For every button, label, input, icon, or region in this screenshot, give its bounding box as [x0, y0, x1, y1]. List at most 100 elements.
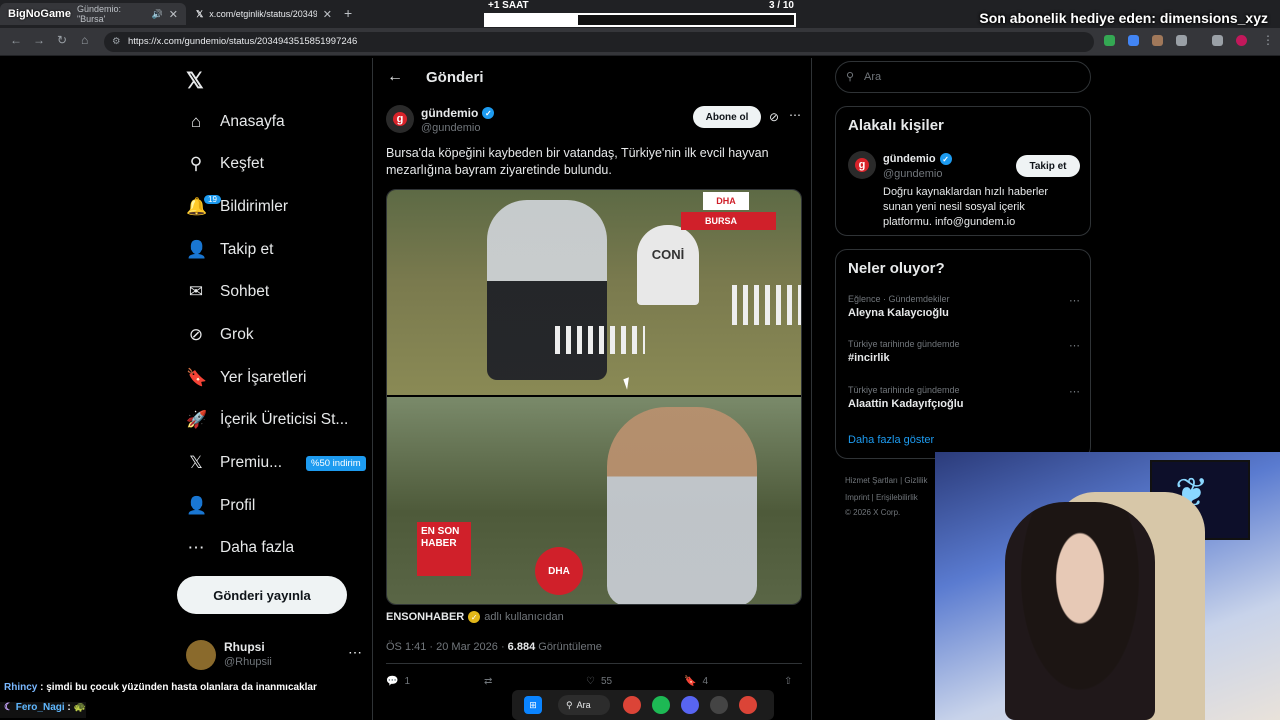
post-media[interactable]: CONİ DHA BURSA DHA EN SON HABER — [386, 189, 802, 605]
nav-item-profile[interactable]: 👤 Profil — [186, 488, 255, 524]
nav-item-home[interactable]: ⌂ Anasayfa — [186, 104, 285, 140]
search-input[interactable]: ⚲ Ara — [835, 61, 1091, 93]
home-icon[interactable]: ⌂ — [81, 33, 88, 47]
profile-avatar-icon[interactable] — [1236, 35, 1247, 46]
browser-tab[interactable]: 𝕏 x.com/etginlik/status/20349556 ✕ — [188, 3, 340, 25]
like-count: 55 — [600, 676, 613, 687]
nav-item-premium[interactable]: 𝕏 Premiu... %50 indirim — [186, 445, 366, 481]
nav-label: Takip et — [220, 241, 274, 258]
bookmark-count: 4 — [702, 676, 709, 687]
like-button[interactable]: ♡ 55 — [586, 676, 612, 687]
browser-tab-active[interactable]: BigNoGame Gündemio: "Bursa' 🔊 ✕ — [0, 3, 186, 25]
nav-item-bookmarks[interactable]: 🔖 Yer İşaretleri — [186, 360, 306, 396]
taskbar-search[interactable]: ⚲ Ara — [558, 695, 610, 715]
person-handle[interactable]: @gundemio — [883, 168, 942, 180]
bookmark-button[interactable]: 🔖 4 — [684, 676, 708, 687]
site-info-icon[interactable]: ⚙ — [112, 32, 121, 52]
reload-icon[interactable]: ↻ — [57, 33, 67, 47]
post-time[interactable]: ÖS 1:41 · 20 Mar 2026 · — [386, 641, 508, 653]
trend-name: Alaattin Kadayıfçıoğlu — [848, 398, 964, 410]
nav-item-grok[interactable]: ⊘ Grok — [186, 317, 254, 353]
chrome-icon[interactable] — [623, 696, 641, 714]
nav-item-messages[interactable]: ✉ Sohbet — [186, 274, 269, 310]
location-tag: BURSA — [681, 212, 776, 230]
avatar[interactable]: g — [848, 151, 876, 179]
obs-icon[interactable] — [710, 696, 728, 714]
trend-category: Türkiye tarihinde gündemde — [848, 339, 960, 349]
taskbar: ⊞ ⚲ Ara — [512, 690, 774, 720]
trend-category: Türkiye tarihinde gündemde — [848, 385, 960, 395]
windows-start-icon[interactable]: ⊞ — [524, 696, 542, 714]
trending-card: Neler oluyor? Eğlence · Gündemdekiler Al… — [835, 249, 1091, 459]
reply-button[interactable]: 💬 1 — [386, 676, 410, 687]
search-icon: ⚲ — [566, 699, 573, 710]
forward-icon[interactable]: → — [33, 33, 45, 47]
extension-icon[interactable] — [1128, 35, 1139, 46]
trend-category: Eğlence · Gündemdekiler — [848, 294, 950, 304]
source-name: ENSONHABER — [386, 611, 465, 623]
nav-item-creator-studio[interactable]: 🚀 İçerik Üreticisi St... — [186, 402, 348, 438]
tab-title: Gündemio: "Bursa' — [76, 4, 121, 24]
copyright: © 2026 X Corp. — [845, 508, 901, 517]
account-switcher[interactable]: Rhupsi @Rhupsii ⋯ — [186, 638, 366, 674]
more-icon[interactable]: ⋯ — [1069, 294, 1080, 307]
reading-list-icon[interactable] — [1212, 35, 1223, 46]
verified-badge-icon: ✓ — [939, 153, 952, 165]
nav-label: Bildirimler — [220, 198, 289, 215]
menu-kebab-icon[interactable]: ⋮ — [1262, 33, 1274, 47]
chrome-icon[interactable] — [739, 696, 757, 714]
close-tab-icon[interactable]: ✕ — [169, 8, 178, 21]
shield-extension-icon[interactable] — [1104, 35, 1115, 46]
media-source[interactable]: ENSONHABER ✓ adlı kullanıcıdan — [386, 611, 564, 623]
more-circle-icon: ⋯ — [187, 538, 205, 557]
footer-links[interactable]: Hizmet Şartları | Gizlilik — [845, 476, 928, 485]
follow-icon: 👤 — [186, 240, 208, 259]
trend-item[interactable]: Türkiye tarihinde gündemde #incirlik ⋯ — [848, 339, 1080, 364]
post-button[interactable]: Gönderi yayınla — [177, 576, 347, 614]
nav-item-follow[interactable]: 👤 Takip et — [186, 232, 273, 268]
more-icon[interactable]: ⋯ — [1069, 339, 1080, 352]
person-figure — [607, 407, 757, 604]
trend-item[interactable]: Türkiye tarihinde gündemde Alaattin Kada… — [848, 385, 1080, 410]
grok-icon: ⊘ — [188, 325, 204, 344]
footer-links[interactable]: Imprint | Erişilebilirlik — [845, 493, 918, 502]
close-tab-icon[interactable]: ✕ — [323, 8, 332, 21]
media-image-bottom[interactable]: DHA EN SON HABER — [387, 397, 801, 604]
account-name: Rhupsi — [224, 640, 265, 654]
address-bar[interactable]: ⚙ https://x.com/gundemio/status/20349435… — [104, 32, 1094, 52]
extension-icon[interactable] — [1152, 35, 1163, 46]
back-arrow-icon[interactable]: ← — [387, 68, 403, 86]
person-name-text: gündemio — [883, 153, 936, 165]
spotify-icon[interactable] — [652, 696, 670, 714]
author-handle[interactable]: @gundemio — [421, 122, 480, 134]
reply-count: 1 — [404, 676, 411, 687]
follow-button[interactable]: Takip et — [1016, 155, 1080, 177]
grok-explain-icon[interactable]: ⊘ — [769, 110, 779, 124]
puzzle-icon[interactable] — [1176, 35, 1187, 46]
x-logo-icon[interactable]: 𝕏 — [186, 68, 204, 94]
bell-icon: 🔔 19 — [186, 195, 221, 217]
left-navigation: 𝕏 ⌂ Anasayfa ⚲ Keşfet 🔔 19 Bildirimler 👤 … — [172, 58, 372, 720]
back-icon[interactable]: ← — [10, 33, 22, 47]
discord-icon[interactable] — [681, 696, 699, 714]
repost-button[interactable]: ⇄ — [484, 676, 498, 687]
media-image-top[interactable]: CONİ DHA BURSA — [387, 190, 801, 395]
show-more-link[interactable]: Daha fazla göster — [848, 434, 934, 446]
subscribe-button[interactable]: Abone ol — [693, 106, 761, 128]
card-title: Alakalı kişiler — [848, 117, 944, 134]
repost-icon: ⇄ — [484, 676, 493, 687]
nav-item-notifications[interactable]: 🔔 19 Bildirimler — [186, 189, 288, 225]
author-name[interactable]: gündemio ✓ — [421, 106, 495, 120]
trend-item[interactable]: Eğlence · Gündemdekiler Aleyna Kalaycıoğ… — [848, 294, 1080, 319]
author-avatar[interactable]: g — [386, 105, 414, 133]
nav-item-explore[interactable]: ⚲ Keşfet — [186, 146, 264, 182]
profile-icon: 👤 — [186, 496, 208, 515]
new-tab-icon[interactable]: + — [344, 5, 352, 21]
share-button[interactable]: ⇧ — [784, 676, 792, 687]
more-icon[interactable]: ⋯ — [1069, 385, 1080, 398]
nav-item-more[interactable]: ⋯ Daha fazla — [186, 530, 295, 566]
more-icon[interactable]: ⋯ — [789, 108, 801, 122]
post-text: Bursa'da köpeğini kaybeden bir vatandaş,… — [386, 146, 769, 177]
more-icon[interactable]: ⋯ — [348, 644, 362, 661]
person-name[interactable]: gündemio ✓ — [883, 153, 952, 165]
